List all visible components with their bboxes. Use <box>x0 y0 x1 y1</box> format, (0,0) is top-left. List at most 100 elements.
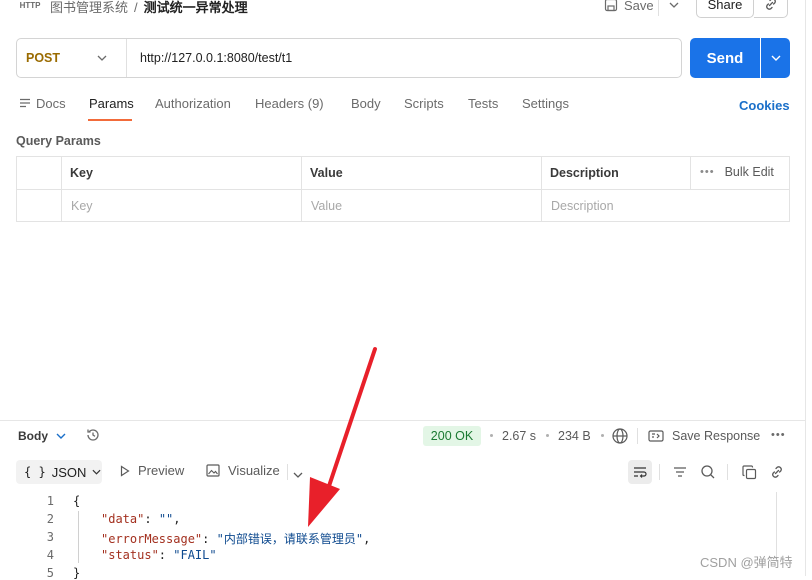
send-button[interactable]: Send <box>690 38 760 78</box>
separator-dot <box>490 434 493 437</box>
save-response-button[interactable]: Save Response <box>648 429 760 443</box>
response-divider <box>0 420 806 421</box>
copy-link-button[interactable] <box>754 0 788 18</box>
params-header-description: Description <box>550 166 619 180</box>
play-icon <box>120 464 130 477</box>
send-label: Send <box>706 49 744 67</box>
save-label: Save <box>624 0 654 13</box>
annotation-arrow-icon <box>308 347 377 527</box>
save-divider <box>658 0 659 16</box>
url-divider <box>126 39 127 77</box>
bulk-edit-label: Bulk Edit <box>724 165 774 179</box>
params-header-key: Key <box>70 166 93 180</box>
visualize-label: Visualize <box>228 463 280 478</box>
tab-params[interactable]: Params <box>89 96 134 111</box>
line-number: 5 <box>46 566 54 580</box>
params-col-divider <box>61 156 62 222</box>
code-line: } <box>73 566 81 580</box>
braces-icon: { } <box>24 465 46 479</box>
params-col-divider <box>690 156 691 189</box>
tab-tests[interactable]: Tests <box>468 96 498 111</box>
param-value-input[interactable]: Value <box>311 199 342 213</box>
globe-icon[interactable] <box>611 427 629 448</box>
search-icon[interactable] <box>698 462 718 482</box>
json-value: "FAIL" <box>173 548 217 562</box>
http-icon: HTTP <box>19 0 41 10</box>
history-icon[interactable] <box>85 427 101 446</box>
chevron-down-icon <box>771 55 780 61</box>
share-label: Share <box>707 0 743 12</box>
param-description-input[interactable]: Description <box>551 199 614 213</box>
line-number: 1 <box>46 494 54 508</box>
line-number: 4 <box>46 548 54 562</box>
params-col-divider <box>541 156 542 222</box>
response-body-label[interactable]: Body <box>18 429 48 443</box>
json-key: "status" <box>101 548 159 562</box>
response-size[interactable]: 234 B <box>558 429 591 443</box>
send-dropdown-button[interactable] <box>761 38 790 78</box>
param-key-input[interactable]: Key <box>71 199 93 213</box>
url-input[interactable]: http://127.0.0.1:8080/test/t1 <box>140 38 292 78</box>
save-response-icon <box>648 430 664 442</box>
bulk-edit-button[interactable]: ••• Bulk Edit <box>700 165 774 179</box>
chevron-down-icon <box>97 55 107 61</box>
tab-docs[interactable]: Docs <box>36 96 66 111</box>
save-dropdown-button[interactable] <box>660 0 688 18</box>
copy-icon[interactable] <box>739 462 759 482</box>
chevron-down-icon <box>92 469 101 475</box>
separator-dot <box>546 434 549 437</box>
code-line: "data": "", <box>101 512 181 526</box>
indent-guide <box>78 511 79 563</box>
preview-label: Preview <box>138 463 185 478</box>
status-badge: 200 OK <box>423 426 481 446</box>
breadcrumb: 图书管理系统 / 测试统一异常处理 <box>50 0 248 16</box>
wrap-lines-button[interactable] <box>628 460 652 484</box>
response-body-dropdown[interactable] <box>56 427 66 442</box>
code-line: { <box>73 494 81 508</box>
watermark: CSDN @弹简特 <box>700 555 793 570</box>
line-number: 3 <box>46 530 54 544</box>
visualize-button[interactable]: Visualize <box>206 463 280 478</box>
link-icon <box>765 0 776 10</box>
toolbar-divider <box>659 464 660 480</box>
save-button[interactable]: Save <box>604 0 654 18</box>
image-icon <box>206 464 220 477</box>
format-select[interactable]: { } JSON <box>16 460 102 484</box>
breadcrumb-parent[interactable]: 图书管理系统 <box>50 0 128 15</box>
link-icon[interactable] <box>767 462 787 482</box>
json-key: "data" <box>101 512 145 526</box>
tab-scripts[interactable]: Scripts <box>404 96 444 111</box>
tab-headers[interactable]: Headers (9) <box>255 96 324 111</box>
save-icon <box>604 0 618 12</box>
save-response-label: Save Response <box>672 429 761 443</box>
chevron-down-icon <box>669 2 679 8</box>
filter-icon[interactable] <box>670 462 690 482</box>
cookies-link[interactable]: Cookies <box>739 98 790 113</box>
response-time[interactable]: 2.67 s <box>502 429 536 443</box>
window-edge <box>805 0 806 576</box>
request-title[interactable]: 测试统一异常处理 <box>144 0 248 15</box>
preview-button[interactable]: Preview <box>120 463 184 478</box>
method-dropdown[interactable] <box>97 38 107 78</box>
tab-settings[interactable]: Settings <box>522 96 569 111</box>
json-key: "errorMessage" <box>101 532 203 546</box>
query-params-title: Query Params <box>16 134 101 148</box>
params-row-divider <box>16 189 790 190</box>
separator-dot <box>601 434 604 437</box>
wrap-icon <box>634 467 647 478</box>
breadcrumb-separator: / <box>134 0 138 15</box>
docs-icon <box>19 97 31 112</box>
params-header-value: Value <box>310 166 343 180</box>
chevron-down-icon <box>56 433 66 439</box>
params-col-divider <box>301 156 302 222</box>
toolbar-divider <box>637 428 638 444</box>
json-value: "" <box>158 512 174 526</box>
tab-body[interactable]: Body <box>351 96 381 111</box>
more-horizontal-icon[interactable]: ••• <box>771 429 786 441</box>
share-button[interactable]: Share <box>696 0 754 18</box>
format-label: JSON <box>51 464 87 480</box>
code-line: "status": "FAIL" <box>101 548 217 562</box>
toolbar-divider <box>727 464 728 480</box>
more-horizontal-icon: ••• <box>700 166 715 178</box>
tab-authorization[interactable]: Authorization <box>155 96 231 111</box>
